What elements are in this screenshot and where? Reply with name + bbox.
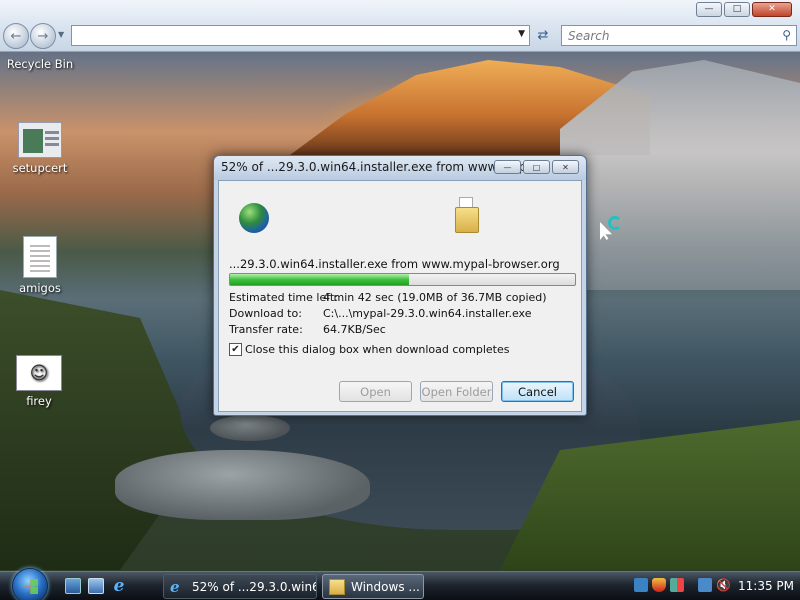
download-progress-bar (229, 273, 576, 286)
download-to-label: Download to: (229, 307, 302, 320)
back-button[interactable]: ← (3, 23, 29, 49)
close-button[interactable]: ✕ (752, 2, 792, 17)
transfer-rate-label: Transfer rate: (229, 323, 303, 336)
download-source: ...29.3.0.win64.installer.exe from www.m… (229, 257, 560, 271)
wallpaper-rock (115, 450, 370, 520)
dialog-minimize-button[interactable]: — (494, 160, 521, 174)
busy-cursor-ring-icon (608, 216, 622, 230)
image-file-icon: ☺ (16, 355, 62, 391)
address-dropdown-icon[interactable]: ▼ (518, 29, 525, 39)
shield-tray-icon[interactable] (652, 578, 666, 592)
globe-icon (239, 203, 269, 233)
taskbar: e e 52% of ...29.3.0.win6... Windows ...… (0, 568, 800, 600)
start-button[interactable] (12, 568, 48, 600)
download-progress-fill (230, 274, 410, 285)
setupcert-app-icon (18, 122, 62, 158)
cancel-button[interactable]: Cancel (501, 381, 574, 402)
download-to-value: C:\...\mypal-29.3.0.win64.installer.exe (323, 307, 532, 320)
dialog-title: 52% of ...29.3.0.win64.installer.exe fro… (221, 160, 538, 174)
close-when-done-option: ✔ Close this dialog box when download co… (229, 343, 509, 356)
recent-pages-dropdown[interactable]: ▼ (58, 30, 64, 39)
back-arrow-icon: ← (10, 28, 22, 44)
estimated-time-label: Estimated time left: (229, 291, 338, 304)
refresh-icon: ⇄ (537, 28, 549, 43)
system-tray: 🔇 11:35 PM (630, 572, 800, 600)
desktop-icon-label: Recycle Bin (6, 57, 74, 71)
forward-arrow-icon: → (37, 28, 49, 44)
desktop-icon-recycle-bin[interactable]: Recycle Bin (5, 54, 75, 71)
dialog-body: ...29.3.0.win64.installer.exe from www.m… (218, 180, 582, 412)
network-status-icon[interactable] (698, 578, 712, 592)
minimize-button[interactable]: — (696, 2, 722, 17)
maximize-button[interactable]: □ (724, 2, 750, 17)
wallpaper-shore-left (0, 290, 200, 570)
taskbar-item-label: 52% of ...29.3.0.win6... (192, 579, 316, 594)
dialog-window-controls: — □ ✕ (494, 160, 579, 174)
window-controls: — □ ✕ (696, 2, 792, 17)
taskbar-item-label: Windows ... (351, 579, 420, 594)
document-icon (23, 236, 57, 278)
clock[interactable]: 11:35 PM (738, 579, 794, 593)
transfer-rate-value: 64.7KB/Sec (323, 323, 386, 336)
volume-muted-icon[interactable]: 🔇 (716, 578, 731, 592)
close-when-done-label[interactable]: Close this dialog box when download comp… (245, 343, 509, 356)
search-icon[interactable]: ⚲ (782, 28, 791, 42)
desktop-icon-label: firey (26, 394, 52, 408)
dialog-maximize-button[interactable]: □ (523, 160, 550, 174)
show-desktop-icon[interactable] (65, 578, 81, 594)
desktop-icon-firey[interactable]: ☺ firey (4, 355, 74, 408)
refresh-button[interactable]: ⇄ (532, 25, 554, 46)
download-dialog: 52% of ...29.3.0.win64.installer.exe fro… (213, 155, 587, 416)
folder-icon (329, 578, 345, 595)
address-bar[interactable]: ▼ (71, 25, 530, 46)
forward-button[interactable]: → (30, 23, 56, 49)
browser-toolbar: — □ ✕ ← → ▼ ▼ ⇄ ⚲ (0, 0, 800, 52)
dialog-close-button[interactable]: ✕ (552, 160, 579, 174)
close-when-done-checkbox[interactable]: ✔ (229, 343, 242, 356)
folder-icon (455, 197, 479, 233)
wallpaper-rock-small (210, 415, 290, 441)
switch-windows-icon[interactable] (88, 578, 104, 594)
taskbar-item-windows[interactable]: Windows ... (322, 574, 424, 599)
open-button[interactable]: Open (339, 381, 412, 402)
network-tray-icon[interactable] (634, 578, 648, 592)
search-input[interactable] (562, 26, 772, 45)
desktop-icon-label: amigos (19, 281, 61, 295)
search-box: ⚲ (561, 25, 797, 46)
open-folder-button[interactable]: Open Folder (420, 381, 493, 402)
ie-icon: e (170, 577, 180, 596)
security-center-icon[interactable] (670, 578, 684, 592)
desktop-icon-label: setupcert (12, 161, 68, 175)
taskbar-item-download[interactable]: e 52% of ...29.3.0.win6... (163, 574, 317, 599)
estimated-time-value: 4 min 42 sec (19.0MB of 36.7MB copied) (323, 291, 547, 304)
dialog-titlebar[interactable]: 52% of ...29.3.0.win64.installer.exe fro… (214, 156, 586, 180)
desktop-icon-amigos[interactable]: amigos (5, 236, 75, 295)
desktop-icon-setupcert[interactable]: setupcert (5, 122, 75, 175)
internet-explorer-icon[interactable]: e (111, 578, 127, 595)
